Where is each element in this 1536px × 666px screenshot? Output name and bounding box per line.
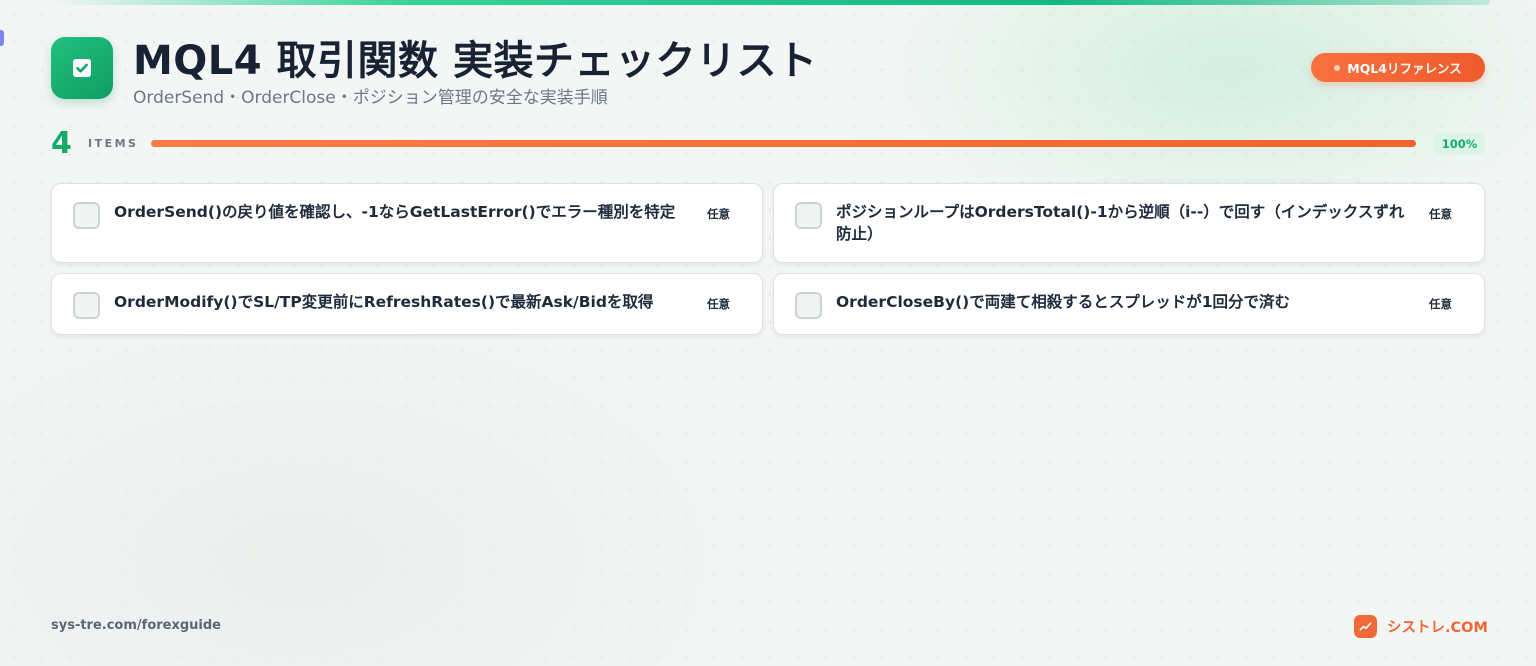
checklist-item[interactable]: ポジションループはOrdersTotal()-1から逆順（i--）で回す（インデ… [773,183,1485,263]
optional-tag: 任意 [1429,297,1452,311]
checklist-item-text: OrderSend()の戻り値を確認し、-1ならGetLastError()でエ… [114,203,676,221]
top-accent-bar [50,0,1490,5]
progress-bar-fill [151,140,1416,147]
checklist-item-text: OrderModify()でSL/TP変更前にRefreshRates()で最新… [114,293,654,311]
brand-logo[interactable]: シストレ.COM [1354,615,1488,638]
optional-tag: 任意 [1429,207,1452,221]
footer-url-link[interactable]: sys-tre.com/forexguide [51,618,221,633]
checklist-item[interactable]: OrderSend()の戻り値を確認し、-1ならGetLastError()でエ… [51,183,763,263]
edge-tab-indicator [0,30,4,46]
reference-badge-label: MQL4リファレンス [1347,61,1462,76]
checklist-checkbox[interactable] [795,292,822,319]
checklist-checkbox[interactable] [795,202,822,229]
brand-name: シストレ.COM [1387,620,1488,636]
page-subtitle: OrderSend・OrderClose・ポジション管理の安全な実装手順 [133,88,608,108]
progress-percent-badge: 100% [1434,133,1485,154]
trend-up-icon [1354,615,1377,638]
reference-badge[interactable]: MQL4リファレンス [1311,53,1485,82]
checklist-item[interactable]: OrderCloseBy()で両建て相殺するとスプレッドが1回分で済む 任意 [773,273,1485,335]
item-count: 4 [51,126,72,161]
checkbox-check-icon [73,59,91,77]
badge-dot-icon [1334,64,1341,71]
optional-tag: 任意 [707,207,730,221]
checklist-checkbox[interactable] [73,202,100,229]
progress-bar [151,140,1416,147]
checklist-item-text: ポジションループはOrdersTotal()-1から逆順（i--）で回す（インデ… [836,203,1405,243]
items-label: ITEMS [88,137,139,150]
page-title: MQL4 取引関数 実装チェックリスト [133,38,818,84]
checklist-checkbox[interactable] [73,292,100,319]
checklist-logo [51,37,113,99]
checklist-item[interactable]: OrderModify()でSL/TP変更前にRefreshRates()で最新… [51,273,763,335]
checklist-item-text: OrderCloseBy()で両建て相殺するとスプレッドが1回分で済む [836,293,1291,311]
optional-tag: 任意 [707,297,730,311]
